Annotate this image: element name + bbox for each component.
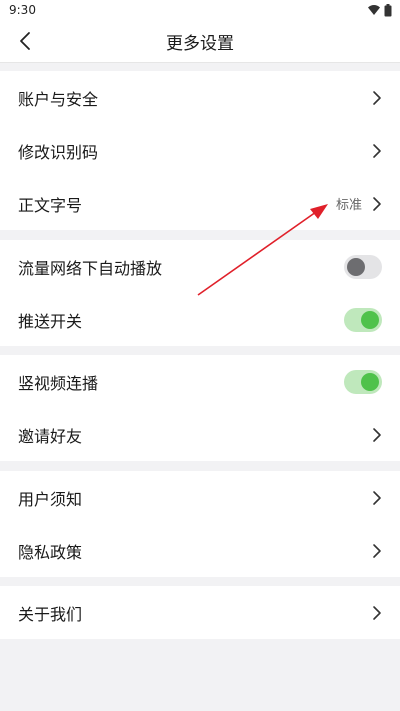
chevron-right-icon [373,196,381,211]
row-privacy-policy[interactable]: 隐私政策 [0,524,400,577]
row-modify-id-code[interactable]: 修改识别码 [0,124,400,177]
row-push-switch: 推送开关 [0,293,400,346]
row-vertical-video-continuous: 竖视频连播 [0,355,400,408]
row-label: 推送开关 [18,311,83,331]
settings-group-playback: 流量网络下自动播放 推送开关 [0,240,400,346]
battery-icon [384,3,392,16]
chevron-right-icon [373,143,381,158]
toggle-knob [347,257,365,276]
wifi-icon [368,5,380,15]
chevron-right-icon [373,543,381,558]
row-user-notice[interactable]: 用户须知 [0,471,400,524]
back-icon [20,32,30,50]
vertical-video-toggle[interactable] [344,369,382,394]
row-label: 正文字号 [18,195,83,215]
chevron-right-icon [373,427,381,442]
row-invite-friends[interactable]: 邀请好友 [0,408,400,461]
chevron-right-icon [373,90,381,105]
row-label: 竖视频连播 [18,373,99,393]
settings-group-account: 账户与安全 修改识别码 正文字号 标准 [0,71,400,230]
settings-group-about: 关于我们 [0,586,400,639]
row-label: 修改识别码 [18,142,99,162]
status-icons [368,3,392,17]
toggle-knob [361,372,379,391]
row-label: 用户须知 [18,489,83,509]
status-bar: 9:30 [0,0,400,20]
chevron-right-icon [373,490,381,505]
back-button[interactable] [10,26,40,56]
status-time: 9:30 [9,3,36,17]
font-size-value: 标准 [335,198,362,213]
header-divider [0,62,400,63]
push-toggle[interactable] [344,307,382,332]
row-autoplay-mobile: 流量网络下自动播放 [0,240,400,293]
row-font-size[interactable]: 正文字号 标准 [0,177,400,230]
row-label: 流量网络下自动播放 [18,258,163,278]
autoplay-toggle[interactable] [344,254,382,279]
header: 更多设置 [0,20,400,62]
settings-group-legal: 用户须知 隐私政策 [0,471,400,577]
row-account-security[interactable]: 账户与安全 [0,71,400,124]
settings-group-video: 竖视频连播 邀请好友 [0,355,400,461]
page-title: 更多设置 [166,33,234,54]
row-label: 隐私政策 [18,542,83,562]
row-about-us[interactable]: 关于我们 [0,586,400,639]
row-label: 关于我们 [18,604,83,624]
chevron-right-icon [373,605,381,620]
toggle-knob [361,310,379,329]
row-label: 邀请好友 [18,426,83,446]
row-label: 账户与安全 [18,89,99,109]
